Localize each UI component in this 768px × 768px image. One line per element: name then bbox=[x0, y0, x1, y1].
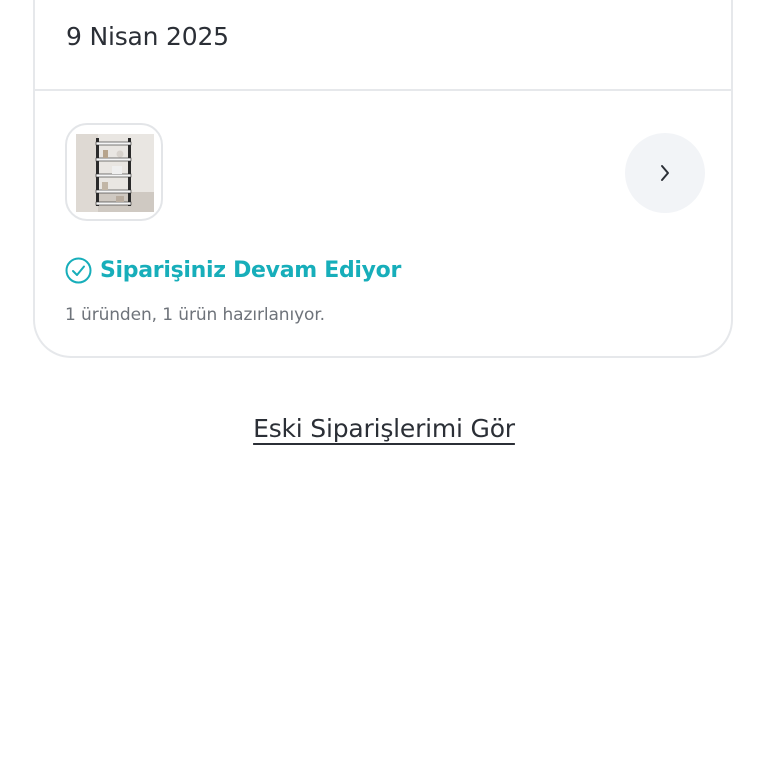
order-status-detail: 1 üründen, 1 ürün hazırlanıyor. bbox=[65, 305, 325, 325]
old-orders-link-container: Eski Siparişlerimi Gör bbox=[0, 414, 768, 443]
card-divider bbox=[35, 89, 731, 91]
order-card: 9 Nisan 2025 Siparişiniz Devam Ediyor 1 … bbox=[33, 0, 733, 358]
bookshelf-product-image bbox=[76, 134, 154, 212]
check-circle-icon bbox=[65, 257, 92, 284]
old-orders-link[interactable]: Eski Siparişlerimi Gör bbox=[253, 414, 515, 443]
order-detail-button[interactable] bbox=[625, 133, 705, 213]
order-status-text: Siparişiniz Devam Ediyor bbox=[100, 258, 402, 283]
order-date: 9 Nisan 2025 bbox=[66, 22, 229, 51]
orders-page: 9 Nisan 2025 Siparişiniz Devam Ediyor 1 … bbox=[0, 0, 768, 768]
product-thumbnail[interactable] bbox=[65, 123, 163, 221]
chevron-right-icon bbox=[661, 165, 669, 181]
order-status-row: Siparişiniz Devam Ediyor bbox=[65, 257, 401, 284]
